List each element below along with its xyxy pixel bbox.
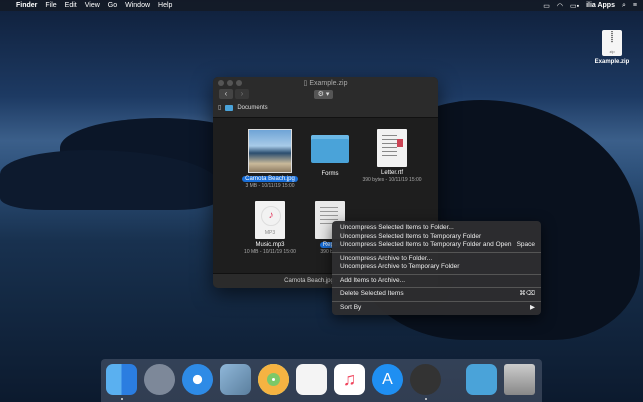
file-meta: 390 bytes - 10/11/19 15:00 [362, 177, 422, 183]
menu-item-uncompress-archive-to-folder[interactable]: Uncompress Archive to Folder... [332, 255, 541, 264]
downloads-icon[interactable] [466, 364, 497, 395]
menu-separator [332, 273, 541, 275]
menubar-user[interactable]: ilia Apps [586, 2, 615, 9]
app-store-icon[interactable]: A [372, 364, 403, 395]
music-file-icon: ♪ MP3 [255, 201, 285, 239]
folder-item[interactable]: Forms [295, 133, 365, 177]
running-indicator [121, 398, 123, 400]
screens-icon[interactable]: ▭ [543, 2, 550, 10]
search-icon[interactable]: ⌕ [622, 2, 626, 10]
battery-icon[interactable]: ▭▪ [570, 2, 579, 10]
menu-item-add-items[interactable]: Add Items to Archive... [332, 277, 541, 286]
menu-help[interactable]: Help [158, 2, 172, 9]
menu-bar: Finder File Edit View Go Window Help ▭ ◠… [0, 0, 643, 11]
path-folder-label[interactable]: Documents [237, 105, 267, 111]
mail-icon[interactable] [220, 364, 251, 395]
window-titlebar: ▯ Example.zip ‹ › ⚙ ▾ ▯ Documents [213, 77, 438, 118]
list-icon[interactable]: ≡ [633, 2, 637, 9]
rtf-document-icon [377, 129, 407, 167]
photos-icon[interactable] [258, 364, 289, 395]
menu-edit[interactable]: Edit [65, 2, 77, 9]
path-bar: ▯ Documents [218, 104, 268, 111]
window-title: ▯ Example.zip [303, 80, 348, 87]
menu-go[interactable]: Go [108, 2, 117, 9]
music-icon[interactable]: ♫ [334, 364, 365, 395]
menu-separator [332, 287, 541, 288]
file-item[interactable]: Letter.rtf 390 bytes - 10/11/19 15:00 [357, 129, 427, 183]
wifi-icon[interactable]: ◠ [557, 2, 563, 10]
archiver-icon[interactable] [410, 364, 441, 395]
menu-item-sort-by[interactable]: Sort By ▶ [332, 304, 541, 313]
desktop-file[interactable]: zip Example.zip [592, 30, 632, 65]
menu-window[interactable]: Window [125, 2, 150, 9]
menu-item-uncompress-selected-temp-open[interactable]: Uncompress Selected Items to Temporary F… [332, 241, 541, 250]
status-area: ▭ ◠ ▭▪ ilia Apps ⌕ ≡ [543, 0, 637, 11]
menu-item-uncompress-selected-to-folder[interactable]: Uncompress Selected Items to Folder... [332, 224, 541, 233]
launchpad-icon[interactable] [144, 364, 175, 395]
document-icon: ▯ [303, 80, 308, 87]
file-meta: 3 MB - 10/11/19 15:00 [245, 183, 295, 189]
menu-item-uncompress-archive-to-temp[interactable]: Uncompress Archive to Temporary Folder [332, 263, 541, 272]
menu-item-uncompress-selected-to-temp[interactable]: Uncompress Selected Items to Temporary F… [332, 233, 541, 242]
folder-icon [311, 135, 349, 163]
submenu-arrow-icon: ▶ [530, 303, 535, 311]
finder-icon[interactable] [106, 364, 137, 395]
menu-separator [332, 300, 541, 302]
back-button[interactable]: ‹ [219, 89, 233, 99]
safari-icon[interactable] [182, 364, 213, 395]
photo-thumbnail [248, 129, 292, 173]
desktop-file-label: Example.zip [594, 59, 630, 65]
shortcut-label: ⌘⌫ [519, 290, 535, 297]
folder-icon [225, 104, 234, 111]
dock: ♫ A [101, 359, 542, 402]
file-name: Music.mp3 [255, 242, 285, 248]
menu-view[interactable]: View [85, 2, 100, 9]
menu-app-name[interactable]: Finder [16, 2, 37, 9]
shortcut-label: Space [516, 241, 535, 248]
file-badge: MP3 [264, 230, 276, 236]
menu-item-delete-selected[interactable]: Delete Selected Items ⌘⌫ [332, 290, 541, 299]
zip-file-icon: zip [602, 30, 622, 56]
file-name: Forms [321, 171, 339, 177]
trash-icon[interactable] [504, 364, 535, 395]
document-icon: ▯ [218, 105, 222, 111]
context-menu: Uncompress Selected Items to Folder... U… [332, 221, 541, 315]
forward-button[interactable]: › [235, 89, 249, 99]
running-indicator [425, 398, 427, 400]
menu-separator [332, 251, 541, 253]
file-name: Carnota Beach.jpg [242, 176, 298, 182]
reminders-icon[interactable] [296, 364, 327, 395]
gear-menu-button[interactable]: ⚙ ▾ [314, 90, 333, 99]
menu-file[interactable]: File [45, 2, 56, 9]
file-name: Letter.rtf [380, 170, 403, 176]
